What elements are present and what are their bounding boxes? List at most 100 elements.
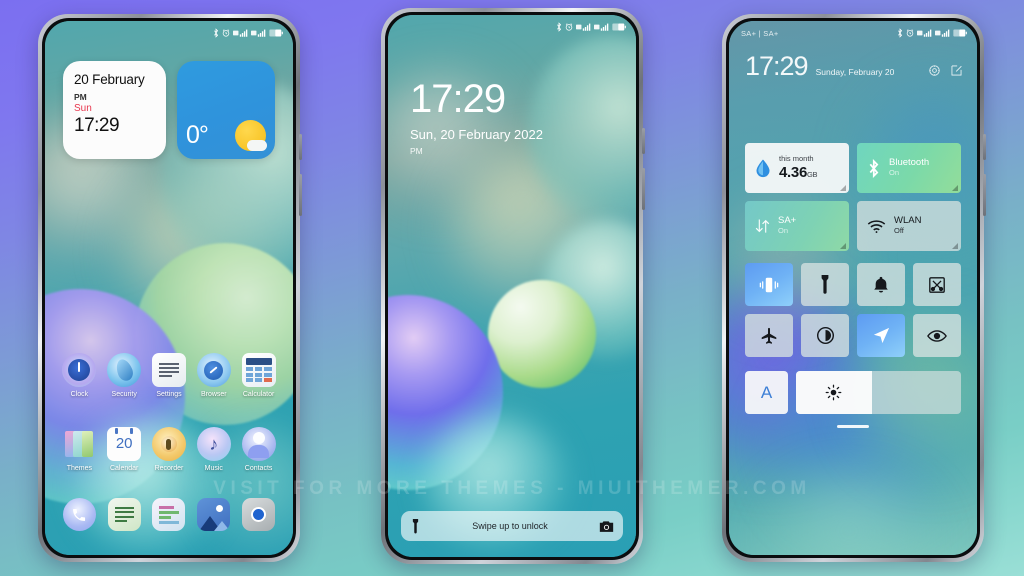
app-calendar[interactable]: 20 Calendar (102, 427, 147, 472)
bluetooth-icon (898, 28, 903, 38)
notes-icon[interactable] (152, 498, 186, 531)
tile-notifications[interactable] (857, 263, 905, 306)
app-label: Calendar (109, 465, 139, 472)
alarm-icon (222, 29, 230, 37)
alarm-icon (565, 23, 573, 31)
calendar-day: 20 (115, 435, 133, 452)
battery-icon (269, 29, 283, 37)
tile-bluetooth-state: On (889, 168, 900, 178)
clock-widget-ampm: PM (74, 92, 87, 102)
sim2-signal-icon (594, 23, 609, 31)
alarm-icon (906, 29, 914, 37)
weather-widget[interactable]: 0° (177, 61, 275, 159)
tile-data-usage-value: 4.36GB (779, 163, 818, 181)
calendar-icon: 20 (107, 427, 142, 461)
app-label: Security (111, 391, 137, 398)
app-security[interactable]: Security (102, 353, 147, 398)
tile-location[interactable] (857, 314, 905, 357)
tile-bluetooth-text: Bluetooth On (889, 157, 929, 178)
tile-mobile-data-state: On (778, 226, 789, 236)
camera-icon[interactable] (242, 498, 276, 531)
tile-data-usage-text: this month 4.36GB (779, 154, 818, 181)
clock-widget[interactable]: 20 February PM Sun 17:29 (63, 61, 166, 159)
data-drop-icon (756, 159, 770, 177)
location-icon (873, 327, 889, 344)
app-grid-row2: Themes 20 Calendar Recorder ♪ Music Cont… (57, 427, 281, 472)
sim1-signal-icon (917, 29, 932, 37)
brightness-sun-icon (826, 384, 842, 401)
unlock-bar[interactable]: Swipe up to unlock (401, 511, 623, 541)
app-label: Music (204, 465, 223, 472)
camera-icon[interactable] (599, 520, 614, 533)
phone-home-screen: 20 February PM Sun 17:29 0° Clock Securi… (38, 14, 302, 562)
flashlight-icon[interactable] (410, 518, 421, 534)
tile-wlan-state: Off (894, 226, 904, 236)
tile-mobile-data[interactable]: SA+ On (745, 201, 849, 251)
screenshot-icon (929, 276, 945, 293)
messages-icon[interactable] (107, 498, 141, 531)
tile-airplane-mode[interactable] (745, 314, 793, 357)
app-label: Themes (66, 465, 93, 472)
control-center-big-tiles: this month 4.36GB Bluetooth On SA+ On WL… (745, 143, 961, 251)
auto-brightness-button[interactable]: A (745, 371, 788, 414)
lockscreen-time: 17:29 (410, 77, 506, 121)
tile-data-usage-unit: GB (807, 169, 818, 179)
music-note-icon: ♪ (196, 427, 231, 461)
app-label: Calculator (242, 391, 275, 398)
dark-mode-icon (816, 326, 834, 345)
cloud-shape (247, 140, 267, 151)
lockscreen-date: Sun, 20 February 2022 (410, 127, 543, 142)
tile-eye-care[interactable] (913, 314, 961, 357)
app-settings[interactable]: Settings (147, 353, 192, 398)
tile-vibrate[interactable] (745, 263, 793, 306)
gear-icon[interactable] (928, 64, 941, 77)
airplane-mode-icon (761, 327, 777, 344)
control-center-header: 17:29 Sunday, February 20 (745, 53, 963, 80)
tile-dark-mode[interactable] (801, 314, 849, 357)
security-shield-icon (107, 353, 142, 387)
app-label: Browser (200, 391, 227, 398)
bluetooth-icon (214, 28, 219, 38)
app-themes[interactable]: Themes (57, 427, 102, 472)
tile-resize-corner (840, 185, 846, 191)
unlock-label: Swipe up to unlock (472, 521, 548, 531)
brightness-slider[interactable] (796, 371, 961, 414)
statusbar-phone2 (388, 15, 636, 39)
brightness-slider-fill (796, 371, 872, 414)
app-label: Contacts (244, 465, 273, 472)
eye-care-icon (927, 329, 947, 342)
screen-home[interactable]: 20 February PM Sun 17:29 0° Clock Securi… (45, 21, 293, 555)
battery-icon (612, 23, 626, 31)
phone-handset-icon[interactable] (62, 498, 96, 531)
lockscreen-ampm: PM (410, 146, 423, 156)
app-label: Settings (156, 391, 182, 398)
vibrate-icon (759, 277, 779, 292)
home-indicator[interactable] (837, 425, 869, 428)
browser-compass-icon (196, 353, 231, 387)
tile-wlan[interactable]: WLAN Off (857, 201, 961, 251)
app-clock[interactable]: Clock (57, 353, 102, 398)
app-grid-row1: Clock Security Settings Browser Calculat… (57, 353, 281, 398)
screen-control-center[interactable]: SA+ | SA+ 17:29 Sunday, February 20 this… (729, 21, 977, 555)
gallery-icon[interactable] (197, 498, 231, 531)
sim2-signal-icon (251, 29, 266, 37)
screen-lock[interactable]: 17:29 Sun, 20 February 2022 PM Swipe up … (388, 15, 636, 557)
statusbar-phone1 (45, 21, 293, 45)
control-center-time: 17:29 (745, 51, 809, 81)
sim1-signal-icon (576, 23, 591, 31)
lockscreen-clock: 17:29 Sun, 20 February 2022 PM (410, 79, 543, 156)
flashlight-icon (821, 275, 829, 294)
tile-resize-corner (840, 243, 846, 249)
tile-mobile-data-text: SA+ On (778, 215, 796, 236)
app-calculator[interactable]: Calculator (236, 353, 281, 398)
tile-flashlight[interactable] (801, 263, 849, 306)
tile-screenshot[interactable] (913, 263, 961, 306)
app-recorder[interactable]: Recorder (147, 427, 192, 472)
app-browser[interactable]: Browser (191, 353, 236, 398)
tile-bluetooth[interactable]: Bluetooth On (857, 143, 961, 193)
edit-icon[interactable] (950, 64, 963, 77)
tile-data-usage[interactable]: this month 4.36GB (745, 143, 849, 193)
app-contacts[interactable]: Contacts (236, 427, 281, 472)
tile-wlan-text: WLAN Off (894, 215, 921, 236)
app-music[interactable]: ♪ Music (191, 427, 236, 472)
